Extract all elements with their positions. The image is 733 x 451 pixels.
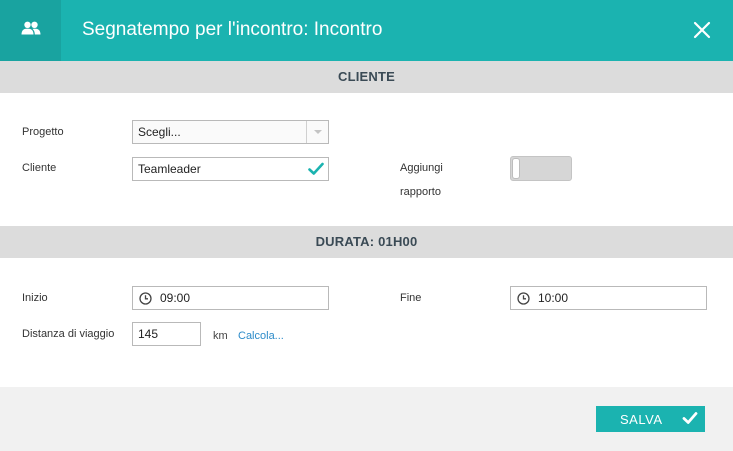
check-icon <box>682 410 698 429</box>
distanza-input[interactable]: 145 <box>132 322 201 346</box>
progetto-label: Progetto <box>22 126 64 138</box>
distanza-unit: km <box>213 330 228 342</box>
check-icon <box>308 162 324 179</box>
close-button[interactable] <box>688 16 716 44</box>
save-button-label: SALVA <box>620 412 663 427</box>
dialog-title: Segnatempo per l'incontro: Incontro <box>82 19 383 40</box>
users-icon <box>21 21 41 40</box>
aggiungi-rapporto-label-line2: rapporto <box>400 186 441 198</box>
inizio-time-value: 09:00 <box>160 291 191 305</box>
distanza-value: 145 <box>138 327 159 341</box>
aggiungi-rapporto-label-line1: Aggiungi <box>400 162 443 174</box>
progetto-select[interactable]: Scegli... <box>132 120 329 144</box>
cliente-field[interactable]: Teamleader <box>132 157 329 181</box>
aggiungi-rapporto-toggle[interactable] <box>510 156 572 181</box>
inizio-time-field[interactable]: 09:00 <box>132 286 329 310</box>
clock-icon <box>139 292 152 308</box>
header-icon-box <box>0 0 61 61</box>
modal-header: Segnatempo per l'incontro: Incontro <box>0 0 733 61</box>
section-header-cliente: CLIENTE <box>0 61 733 93</box>
fine-time-field[interactable]: 10:00 <box>510 286 707 310</box>
close-icon <box>688 21 716 48</box>
section-header-durata: DURATA: 01H00 <box>0 226 733 258</box>
progetto-select-value: Scegli... <box>138 125 181 139</box>
distanza-label: Distanza di viaggio <box>22 328 115 340</box>
save-button[interactable]: SALVA <box>596 406 705 432</box>
inizio-label: Inizio <box>22 292 48 304</box>
clock-icon <box>517 292 530 308</box>
toggle-knob <box>512 158 520 179</box>
fine-time-value: 10:00 <box>538 291 569 305</box>
fine-label: Fine <box>400 292 422 304</box>
chevron-down-icon <box>306 121 328 143</box>
cliente-label: Cliente <box>22 162 57 174</box>
calcola-link[interactable]: Calcola... <box>238 330 284 342</box>
cliente-field-value: Teamleader <box>138 162 201 176</box>
